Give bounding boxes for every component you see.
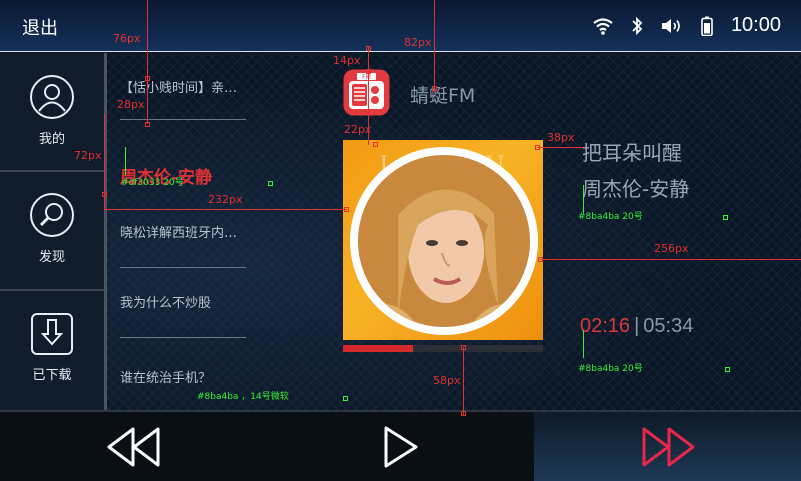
bluetooth-icon: [632, 16, 643, 35]
progress-bar[interactable]: [343, 345, 543, 352]
guide-line: [434, 0, 435, 92]
side-nav: 我的 发现 已下载: [0, 53, 107, 410]
guide-marker: [145, 76, 150, 81]
time-separator: |: [634, 315, 640, 337]
list-divider: [120, 119, 246, 120]
status-icons: 10:00: [593, 14, 781, 37]
guide-marker: [723, 215, 728, 220]
list-item-title: 我为什么不炒股: [120, 296, 212, 311]
guide-marker: [373, 142, 378, 147]
clock: 10:00: [730, 14, 781, 36]
album-cover: LARY DU: [343, 140, 543, 340]
rewind-icon: [107, 427, 159, 466]
progress-fill: [343, 345, 413, 352]
nav-item-discover[interactable]: 发现: [0, 170, 104, 285]
download-icon: [31, 313, 73, 355]
guide-marker: [366, 46, 371, 51]
guide-marker: [145, 122, 150, 127]
guide-marker: [343, 396, 348, 401]
dimension-label: 38px: [547, 131, 575, 144]
total-time: 05:34: [643, 315, 694, 337]
guide-line: [540, 259, 801, 260]
guide-marker: [538, 257, 543, 262]
list-item[interactable]: 【恬小贱时间】亲…: [120, 53, 246, 123]
guide-marker: [344, 207, 349, 212]
list-item-title: 【恬小贱时间】亲…: [120, 81, 238, 96]
station-name: 蜻蜓FM: [410, 85, 476, 107]
dimension-label: 82px: [404, 36, 432, 49]
nav-label: 已下载: [32, 368, 72, 383]
search-icon: [30, 193, 74, 237]
current-time: 02:16: [580, 315, 631, 337]
guide-marker: [461, 345, 466, 350]
guide-marker: [461, 411, 466, 416]
dimension-label: 76px: [113, 32, 141, 45]
nav-item-downloaded[interactable]: 已下载: [0, 289, 104, 404]
control-bar: [0, 410, 801, 481]
list-item[interactable]: 我为什么不炒股: [120, 268, 246, 338]
style-note: #8ba4ba 20号: [578, 212, 643, 222]
user-icon: [30, 75, 74, 119]
list-item-title: 晓松详解西班牙内…: [120, 226, 238, 241]
volume-icon: [661, 18, 680, 33]
nav-label: 发现: [38, 250, 65, 265]
radio-icon: FM: [343, 69, 390, 116]
dimension-label: 72px: [74, 149, 102, 162]
play-button[interactable]: [267, 412, 534, 481]
artist-portrait: [358, 155, 530, 327]
dimension-label: 22px: [344, 123, 372, 136]
dimension-label: 58px: [433, 374, 461, 387]
guide-line: [147, 0, 148, 124]
style-note: #8ba4ba 20号: [578, 364, 643, 374]
battery-icon: [701, 16, 713, 36]
dimension-label: 232px: [208, 193, 243, 206]
guide-line: [583, 330, 584, 358]
guide-marker: [268, 181, 273, 186]
guide-marker: [535, 145, 540, 150]
guide-line: [583, 185, 584, 213]
guide-marker: [432, 86, 437, 91]
list-item-title: 谁在统治手机？: [120, 371, 212, 386]
guide-line: [104, 209, 347, 210]
dimension-label: 28px: [117, 98, 145, 111]
guide-line: [537, 147, 583, 148]
dimension-label: 14px: [333, 54, 361, 67]
fast-forward-button[interactable]: [534, 412, 801, 481]
play-icon: [384, 426, 417, 467]
nav-label: 我的: [38, 132, 65, 147]
guide-marker: [366, 69, 371, 74]
exit-button[interactable]: 退出: [22, 14, 58, 40]
playback-time: 02:16 | 05:34: [580, 315, 693, 338]
wifi-icon: [593, 17, 613, 35]
song-artist: 周杰伦-安静: [582, 177, 690, 201]
dimension-label: 256px: [654, 242, 689, 255]
style-note: #8ba4ba ，14号微软: [197, 392, 289, 402]
rewind-button[interactable]: [0, 412, 267, 481]
guide-marker: [102, 192, 107, 197]
style-note: #df3033 20号: [121, 178, 184, 188]
guide-line: [125, 147, 126, 175]
fast-forward-icon: [642, 427, 694, 466]
radio-icon-label: FM: [362, 74, 371, 81]
guide-marker: [725, 367, 730, 372]
guide-line: [463, 347, 464, 415]
album-disc: [350, 147, 538, 335]
list-divider: [120, 337, 246, 338]
song-title: 把耳朵叫醒: [582, 141, 682, 165]
